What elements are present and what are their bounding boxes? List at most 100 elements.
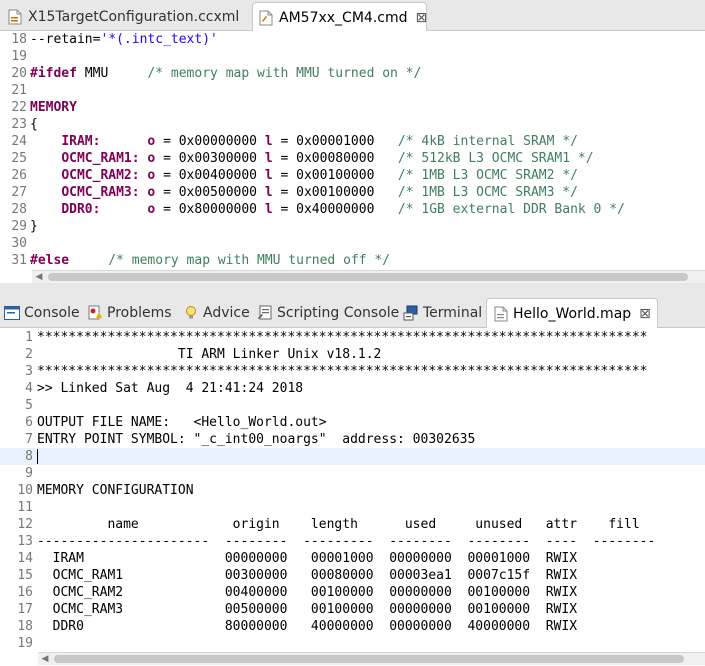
tab-label: Hello_World.map	[513, 305, 632, 322]
tab-problems[interactable]: Problems	[87, 299, 172, 327]
line-text: IRAM 00000000 00001000 00000000 00001000…	[37, 551, 578, 566]
tab-label: Advice	[203, 305, 250, 321]
map-file-icon	[493, 306, 509, 322]
code-text: {	[30, 117, 38, 132]
tab-am57xx-cm4-cmd[interactable]: AM57xx_CM4.cmd ⊠	[252, 2, 427, 32]
view-tab-bar: Console Problems Advice Scripting Consol…	[0, 295, 705, 328]
code-line: 29}	[0, 218, 38, 235]
scroll-left-icon[interactable]: ◀	[38, 653, 52, 665]
line-number: 27	[11, 185, 27, 200]
code-line: 27 OCMC_RAM3: o = 0x00500000 l = 0x00100…	[0, 184, 578, 201]
line-text: OCMC_RAM2 00400000 00100000 00000000 001…	[37, 585, 578, 600]
line-number: 2	[25, 347, 33, 362]
map-line: 13 ---------------------- -------- ------…	[0, 533, 705, 550]
terminal-icon	[403, 305, 419, 321]
code-text: #ifdef MMU /* memory map with MMU turned…	[30, 66, 422, 81]
tab-label: Problems	[107, 305, 172, 321]
map-line: 10 MEMORY CONFIGURATION	[0, 482, 705, 499]
line-number: 19	[11, 49, 27, 64]
line-number: 3	[25, 364, 33, 379]
code-line: 20 #ifdef MMU /* memory map with MMU turn…	[0, 65, 421, 82]
code-text: OCMC_RAM1: o = 0x00300000 l = 0x00080000…	[61, 151, 594, 166]
line-number: 1	[25, 330, 33, 345]
line-number: 6	[25, 415, 33, 430]
line-number: 7	[25, 432, 33, 447]
scrollbar-thumb[interactable]	[48, 273, 688, 281]
line-text: ****************************************…	[37, 364, 648, 379]
code-line: 21	[0, 82, 30, 99]
line-text: DDR0 80000000 40000000 00000000 40000000…	[37, 619, 578, 634]
line-number: 9	[25, 466, 33, 481]
map-line: 5	[0, 397, 705, 414]
line-number: 5	[25, 398, 33, 413]
code-text: --retain='*(.intc_text)'	[30, 32, 218, 47]
close-icon[interactable]: ⊠	[415, 10, 427, 26]
code-line: 22 MEMORY	[0, 99, 77, 116]
code-line: 31 #else /* memory map with MMU turned of…	[0, 252, 390, 269]
tab-label: Scripting Console	[277, 305, 400, 321]
editor-horizontal-scrollbar[interactable]: ◀	[32, 270, 705, 283]
line-number: 19	[17, 636, 33, 651]
scrollbar-thumb[interactable]	[54, 655, 684, 663]
problems-icon	[87, 305, 103, 321]
xml-file-icon	[8, 9, 22, 25]
line-text: OCMC_RAM3 00500000 00100000 00000000 001…	[37, 602, 578, 617]
current-line: 8	[0, 448, 705, 465]
panel-separator[interactable]	[0, 283, 705, 295]
line-number: 13	[17, 534, 33, 549]
map-horizontal-scrollbar[interactable]: ◀	[38, 652, 705, 665]
tab-advice[interactable]: Advice	[183, 299, 250, 327]
line-number: 30	[11, 236, 27, 251]
line-number: 31	[11, 253, 27, 268]
map-line: 2 TI ARM Linker Unix v18.1.2	[0, 346, 705, 363]
map-file-viewer[interactable]: 1 ***************************************…	[0, 329, 705, 651]
code-line: 30	[0, 235, 30, 252]
line-text: ---------------------- -------- --------…	[37, 534, 656, 549]
lightbulb-icon	[183, 305, 199, 321]
line-number: 17	[17, 602, 33, 617]
tab-hello-world-map[interactable]: Hello_World.map ⊠	[486, 298, 658, 328]
code-line: 25 OCMC_RAM1: o = 0x00300000 l = 0x00080…	[0, 150, 594, 167]
tab-scripting-console[interactable]: Scripting Console	[257, 299, 399, 327]
code-text: DDR0: o = 0x80000000 l = 0x40000000 /* 1…	[61, 202, 625, 217]
tab-x15-target-configuration[interactable]: X15TargetConfiguration.ccxml	[2, 2, 252, 31]
map-line: 12 name origin length used unused attr f…	[0, 516, 705, 533]
map-line: 11	[0, 499, 705, 516]
line-number: 20	[11, 66, 27, 81]
code-text: MEMORY	[30, 100, 77, 115]
console-icon	[4, 305, 20, 321]
map-line: 7 ENTRY POINT SYMBOL: "_c_int00_noargs" a…	[0, 431, 705, 448]
line-number: 23	[11, 117, 27, 132]
line-number: 18	[11, 32, 27, 47]
line-number: 26	[11, 168, 27, 183]
line-text: OCMC_RAM1 00300000 00080000 00003ea1 000…	[37, 568, 578, 583]
line-number: 28	[11, 202, 27, 217]
line-text: TI ARM Linker Unix v18.1.2	[37, 347, 382, 362]
tab-label: X15TargetConfiguration.ccxml	[28, 8, 240, 25]
map-line: 18 DDR0 80000000 40000000 00000000 40000…	[0, 618, 705, 635]
close-icon[interactable]: ⊠	[639, 306, 651, 322]
line-number: 14	[17, 551, 33, 566]
scripting-console-icon	[257, 305, 273, 321]
cmd-editor[interactable]: 18 --retain='*(.intc_text)' 19 20 #ifdef M…	[0, 31, 705, 270]
code-line: 19	[0, 48, 30, 65]
line-number: 4	[25, 381, 33, 396]
tab-label: Terminal	[423, 305, 483, 321]
line-number: 24	[11, 134, 27, 149]
tab-console[interactable]: Console	[4, 299, 80, 327]
map-line: 16 OCMC_RAM2 00400000 00100000 00000000 …	[0, 584, 705, 601]
code-text: IRAM: o = 0x00000000 l = 0x00001000 /* 4…	[61, 134, 578, 149]
code-text: #else /* memory map with MMU turned off …	[30, 253, 391, 268]
line-text: ENTRY POINT SYMBOL: "_c_int00_noargs" ad…	[37, 432, 476, 447]
tab-terminal[interactable]: Terminal	[403, 299, 482, 327]
scroll-left-icon[interactable]: ◀	[32, 271, 46, 283]
code-line: 23{	[0, 116, 38, 133]
line-number: 29	[11, 219, 27, 234]
line-number: 21	[11, 83, 27, 98]
line-number: 10	[17, 483, 33, 498]
code-text: OCMC_RAM2: o = 0x00400000 l = 0x00100000…	[61, 168, 578, 183]
tab-label: Console	[24, 305, 80, 321]
cmd-file-icon	[259, 10, 273, 26]
tab-label: AM57xx_CM4.cmd	[279, 9, 408, 26]
code-text: }	[30, 219, 38, 234]
